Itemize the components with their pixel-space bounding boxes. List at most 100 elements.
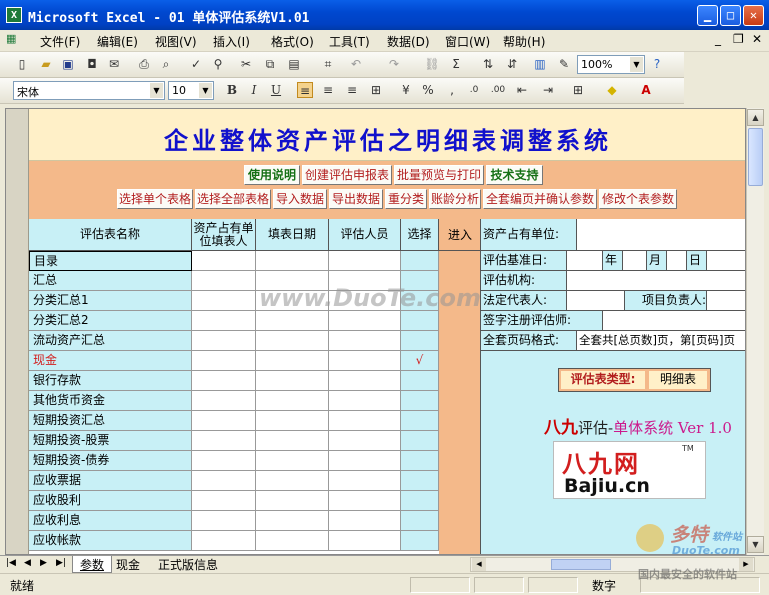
borders-icon[interactable]: ⊞ [570,82,586,98]
table-row-select[interactable] [401,251,439,271]
org-input[interactable] [567,271,745,291]
table-row-date[interactable] [256,251,329,271]
table-row-date[interactable] [256,391,329,411]
new-icon[interactable]: ▯ [14,56,30,72]
table-row-filler[interactable] [192,391,256,411]
table-row-filler[interactable] [192,511,256,531]
month-input[interactable] [623,251,647,271]
signer-input[interactable] [603,311,745,331]
scroll-up-icon[interactable]: ▲ [747,109,764,126]
font-size-select[interactable]: 10 ▼ [168,81,214,100]
decrease-indent-icon[interactable]: ⇤ [514,82,530,98]
table-row-name[interactable]: 应收利息 [29,511,192,531]
table-row-date[interactable] [256,311,329,331]
currency-icon[interactable]: ¥ [398,82,414,98]
open-icon[interactable]: ▰ [38,56,54,72]
align-left-icon[interactable]: ≡ [297,82,313,98]
table-row-assessor[interactable] [329,371,401,391]
table-row-name[interactable]: 应收帐款 [29,531,192,551]
table-row-filler[interactable] [192,351,256,371]
increase-indent-icon[interactable]: ⇥ [540,82,556,98]
doc-close-icon[interactable]: ✕ [752,32,762,46]
save-icon[interactable]: ▣ [60,56,76,72]
comma-icon[interactable]: , [444,82,460,98]
table-row-select[interactable] [401,311,439,331]
table-row-filler[interactable] [192,411,256,431]
sort-descending-icon[interactable]: ⇵ [504,56,520,72]
doc-minimize-icon[interactable]: _ [715,32,721,46]
h-scroll-thumb[interactable] [551,559,611,570]
menu-data[interactable]: 数据(D) [387,33,430,50]
merge-center-icon[interactable]: ⊞ [368,82,384,98]
table-row-date[interactable] [256,451,329,471]
table-row-date[interactable] [256,331,329,351]
aging-analysis-button[interactable]: 账龄分析 [429,189,481,209]
table-row-name[interactable]: 银行存款 [29,371,192,391]
batch-print-button[interactable]: 批量预览与打印 [394,165,484,185]
table-row-date[interactable] [256,371,329,391]
select-single-table-button[interactable]: 选择单个表格 [117,189,193,209]
workbook-icon[interactable]: ▦ [6,32,16,45]
table-row-select[interactable] [401,471,439,491]
worksheet[interactable]: 企业整体资产评估之明细表调整系统 使用说明 创建评估申报表 批量预览与打印 技术… [5,108,746,555]
menu-help[interactable]: 帮助(H) [503,33,545,50]
project-lead-input[interactable] [707,291,745,311]
owner-input[interactable] [577,219,745,251]
bold-icon[interactable]: B [224,82,240,98]
increase-decimal-icon[interactable]: .0 [466,82,482,98]
table-row-name[interactable]: 其他货币资金 [29,391,192,411]
maximize-button[interactable]: □ [720,5,741,26]
print-preview-icon[interactable]: ⌕ [158,56,174,72]
table-row-date[interactable] [256,511,329,531]
hyperlink-icon[interactable]: ⛓ [424,56,440,72]
table-row-filler[interactable] [192,451,256,471]
reclassify-button[interactable]: 重分类 [385,189,427,209]
table-row-name[interactable]: 现金 [29,351,192,371]
table-row-select[interactable] [401,511,439,531]
menu-tools[interactable]: 工具(T) [329,33,370,50]
table-row-filler[interactable] [192,371,256,391]
excel-app-icon[interactable]: X [6,7,22,23]
create-declaration-button[interactable]: 创建评估申报表 [302,165,392,185]
spelling-icon[interactable]: ✓ [188,56,204,72]
table-row-date[interactable] [256,491,329,511]
email-icon[interactable]: ✉ [106,56,122,72]
percent-icon[interactable]: % [420,82,436,98]
table-row-assessor[interactable] [329,391,401,411]
table-row-assessor[interactable] [329,451,401,471]
table-row-assessor[interactable] [329,511,401,531]
select-all-tables-button[interactable]: 选择全部表格 [195,189,271,209]
next-sheet-icon[interactable]: ▶ [40,558,47,568]
sort-ascending-icon[interactable]: ⇅ [480,56,496,72]
format-painter-icon[interactable]: ⌗ [320,56,336,72]
table-row-filler[interactable] [192,291,256,311]
table-row-name[interactable]: 短期投资-债券 [29,451,192,471]
decrease-decimal-icon[interactable]: .00 [490,82,506,98]
table-row-filler[interactable] [192,271,256,291]
sheet-tab-params[interactable]: 参数 [72,556,112,573]
close-button[interactable]: ✕ [743,5,764,26]
zoom-select[interactable]: 100% ▼ [577,55,645,74]
date-extra-cell[interactable] [707,251,745,271]
menu-format[interactable]: 格式(O) [271,33,314,50]
paste-icon[interactable]: ▤ [286,56,302,72]
table-row-assessor[interactable] [329,351,401,371]
underline-icon[interactable]: U [268,82,284,98]
table-row-filler[interactable] [192,431,256,451]
table-row-name[interactable]: 汇总 [29,271,192,291]
day-input[interactable] [667,251,687,271]
table-row-select[interactable] [401,391,439,411]
table-row-name[interactable]: 流动资产汇总 [29,331,192,351]
prev-sheet-icon[interactable]: ◀ [24,558,31,568]
print-icon[interactable]: ⎙ [136,56,152,72]
font-name-select[interactable]: 宋体 ▼ [13,81,165,100]
first-sheet-icon[interactable]: |◀ [6,558,16,568]
table-row-select[interactable] [401,531,439,551]
import-data-button[interactable]: 导入数据 [273,189,327,209]
table-row-name[interactable]: 短期投资汇总 [29,411,192,431]
table-row-filler[interactable] [192,491,256,511]
help-icon[interactable]: ? [649,56,665,72]
autosum-icon[interactable]: Σ [448,56,464,72]
table-row-assessor[interactable] [329,311,401,331]
paginate-confirm-button[interactable]: 全套编页并确认参数 [483,189,597,209]
